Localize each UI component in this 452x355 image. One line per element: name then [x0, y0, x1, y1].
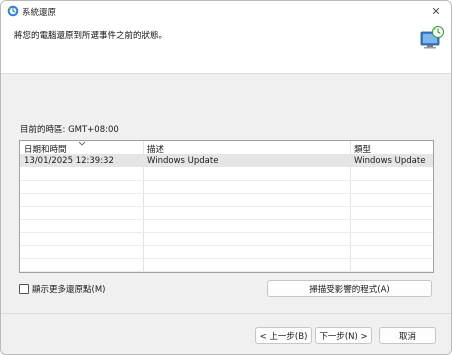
- empty-row: [20, 194, 433, 207]
- system-restore-window: 系統還原 ✕ 將您的電腦還原到所選事件之前的狀態。 目前的時區: GMT+08:…: [0, 0, 452, 355]
- empty-row: [20, 233, 433, 246]
- show-more-option[interactable]: 顯示更多還原點(M): [19, 283, 105, 295]
- row-description: Windows Update: [147, 156, 219, 166]
- column-header-type[interactable]: 類型: [354, 143, 371, 155]
- empty-row: [20, 246, 433, 259]
- system-restore-icon: [7, 5, 19, 17]
- close-icon: ✕: [431, 4, 441, 18]
- empty-row: [20, 207, 433, 220]
- empty-row: [20, 220, 433, 233]
- header-panel: 將您的電腦還原到所選事件之前的狀態。: [1, 21, 451, 74]
- show-more-label[interactable]: 顯示更多還原點(M): [32, 283, 105, 295]
- column-header-description[interactable]: 描述: [147, 143, 164, 155]
- instruction-text: 將您的電腦還原到所選事件之前的狀態。: [14, 31, 168, 41]
- empty-row: [20, 259, 433, 272]
- list-header: 日期和時間 描述 類型: [20, 141, 433, 155]
- column-header-date[interactable]: 日期和時間: [24, 143, 67, 155]
- timezone-label: 目前的時區: GMT+08:00: [20, 125, 119, 135]
- row-type: Windows Update: [354, 156, 426, 166]
- cancel-button[interactable]: 取消: [379, 327, 436, 344]
- empty-row: [20, 168, 433, 181]
- next-button[interactable]: 下一步(N) >: [315, 327, 372, 344]
- window-title: 系統還原: [22, 8, 57, 18]
- show-more-checkbox[interactable]: [19, 284, 29, 294]
- restore-point-list[interactable]: 日期和時間 描述 類型 13/01/2025 12:39:32 Windows …: [19, 140, 434, 273]
- empty-row: [20, 181, 433, 194]
- close-button[interactable]: ✕: [421, 1, 451, 21]
- table-row[interactable]: 13/01/2025 12:39:32 Windows Update Windo…: [20, 155, 433, 167]
- title-bar: 系統還原 ✕: [1, 1, 451, 21]
- sort-chevron-icon: [78, 141, 86, 146]
- row-date: 13/01/2025 12:39:32: [24, 156, 114, 166]
- restore-monitor-icon: [419, 25, 445, 51]
- back-button[interactable]: < 上一步(B): [255, 327, 312, 344]
- scan-affected-programs-button[interactable]: 掃描受影響的程式(A): [267, 280, 432, 297]
